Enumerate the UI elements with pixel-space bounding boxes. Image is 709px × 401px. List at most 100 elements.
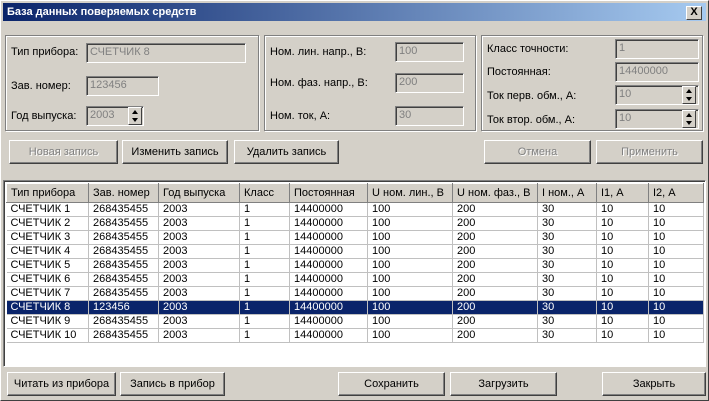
table-row[interactable]: СЧЕТЧИК 9 268435455 2003 1 14400000 100 200 30 1… xyxy=(6,314,704,329)
table-cell: 10 xyxy=(648,300,704,315)
table-cell: СЧЕТЧИК 7 xyxy=(6,286,89,301)
table-cell: СЧЕТЧИК 6 xyxy=(6,272,89,287)
table-cell: 10 xyxy=(596,272,649,287)
column-header[interactable]: Класс xyxy=(239,183,290,203)
table-cell: 200 xyxy=(452,230,538,245)
apply-button[interactable]: Применить xyxy=(596,140,703,164)
column-header[interactable]: U ном. лин., В xyxy=(367,183,453,203)
table-cell: 2003 xyxy=(158,328,240,343)
table-cell: 268435455 xyxy=(88,286,159,301)
table-cell: 10 xyxy=(648,258,704,273)
title-bar: База данных поверяемых средств X xyxy=(3,3,706,21)
table-cell: 2003 xyxy=(158,244,240,259)
phase-voltage-label: Ном. фаз. напр., В: xyxy=(270,77,368,89)
primary-current-spin-button[interactable] xyxy=(682,86,696,104)
column-header[interactable]: Год выпуска xyxy=(158,183,240,203)
table-cell: 10 xyxy=(596,328,649,343)
line-voltage-field[interactable]: 100 xyxy=(395,42,464,62)
table-header-row: Тип прибора Зав. номер Год выпуска Класс Пос… xyxy=(6,183,704,203)
table-cell: 14400000 xyxy=(289,272,368,287)
table-cell: 10 xyxy=(596,258,649,273)
table-cell: 2003 xyxy=(158,286,240,301)
column-header[interactable]: I2, А xyxy=(648,183,704,203)
table-cell: 268435455 xyxy=(88,216,159,231)
table-cell: 10 xyxy=(648,244,704,259)
table-cell: 10 xyxy=(596,300,649,315)
column-header[interactable]: Тип прибора xyxy=(6,183,89,203)
read-from-device-button[interactable]: Читать из прибора xyxy=(7,372,116,396)
table-row[interactable]: СЧЕТЧИК 3 268435455 2003 1 14400000 100 200 30 1… xyxy=(6,230,704,245)
table-cell: СЧЕТЧИК 8 xyxy=(6,300,89,315)
table-cell: 14400000 xyxy=(289,314,368,329)
table-cell: 100 xyxy=(367,314,453,329)
table-cell: 200 xyxy=(452,202,538,217)
records-grid: Тип прибора Зав. номер Год выпуска Класс Пос… xyxy=(6,183,704,343)
column-header[interactable]: U ном. фаз., В xyxy=(452,183,538,203)
column-header[interactable]: I1, А xyxy=(596,183,649,203)
secondary-current-label: Ток втор. обм., А: xyxy=(487,114,576,126)
constant-label: Постоянная: xyxy=(487,66,551,78)
current-field[interactable]: 30 xyxy=(395,106,464,126)
table-row[interactable]: СЧЕТЧИК 4 268435455 2003 1 14400000 100 200 30 1… xyxy=(6,244,704,259)
table-cell: 268435455 xyxy=(88,314,159,329)
column-header[interactable]: Постоянная xyxy=(289,183,368,203)
table-cell: 100 xyxy=(367,300,453,315)
table-cell: 100 xyxy=(367,272,453,287)
table-row[interactable]: СЧЕТЧИК 8 123456 2003 1 14400000 100 200 30 10 10 xyxy=(6,300,704,315)
table-cell: 268435455 xyxy=(88,202,159,217)
table-cell: 30 xyxy=(537,202,597,217)
table-cell: 1 xyxy=(239,230,290,245)
table-row[interactable]: СЧЕТЧИК 2 268435455 2003 1 14400000 100 200 30 1… xyxy=(6,216,704,231)
column-header[interactable]: I ном., А xyxy=(537,183,597,203)
current-label: Ном. ток, А: xyxy=(270,110,331,122)
table-cell: 100 xyxy=(367,258,453,273)
cancel-button[interactable]: Отмена xyxy=(484,140,591,164)
table-cell: 200 xyxy=(452,328,538,343)
table-cell: 30 xyxy=(537,244,597,259)
table-row[interactable]: СЧЕТЧИК 1 268435455 2003 1 14400000 100 200 30 1… xyxy=(6,202,704,217)
device-type-field[interactable]: СЧЕТЧИК 8 xyxy=(86,43,246,63)
write-to-device-button[interactable]: Запись в прибор xyxy=(120,372,225,396)
table-cell: 200 xyxy=(452,314,538,329)
table-cell: 14400000 xyxy=(289,244,368,259)
table-cell: 10 xyxy=(596,314,649,329)
serial-label: Зав. номер: xyxy=(11,80,71,92)
table-cell: 10 xyxy=(648,328,704,343)
table-cell: 2003 xyxy=(158,216,240,231)
table-cell: 10 xyxy=(648,216,704,231)
accuracy-field[interactable]: 1 xyxy=(615,39,699,59)
edit-record-button[interactable]: Изменить запись xyxy=(122,140,228,164)
close-button[interactable]: Закрыть xyxy=(602,372,706,396)
table-cell: 2003 xyxy=(158,202,240,217)
device-type-label: Тип прибора: xyxy=(11,46,79,58)
table-row[interactable]: СЧЕТЧИК 10 268435455 2003 1 14400000 100 200 30… xyxy=(6,328,704,343)
table-cell: 14400000 xyxy=(289,328,368,343)
table-cell: 200 xyxy=(452,244,538,259)
load-button[interactable]: Загрузить xyxy=(450,372,557,396)
table-cell: 30 xyxy=(537,314,597,329)
save-button[interactable]: Сохранить xyxy=(338,372,445,396)
table-cell: 200 xyxy=(452,286,538,301)
new-record-button[interactable]: Новая запись xyxy=(9,140,118,164)
table-cell: 200 xyxy=(452,258,538,273)
main-window: База данных поверяемых средств X Тип при… xyxy=(0,0,709,401)
phase-voltage-field[interactable]: 200 xyxy=(395,73,464,93)
table-cell: 1 xyxy=(239,272,290,287)
table-cell: 14400000 xyxy=(289,286,368,301)
table-row[interactable]: СЧЕТЧИК 5 268435455 2003 1 14400000 100 200 30 1… xyxy=(6,258,704,273)
year-spin-button[interactable] xyxy=(128,107,142,125)
table-row[interactable]: СЧЕТЧИК 6 268435455 2003 1 14400000 100 200 30 1… xyxy=(6,272,704,287)
table-cell: 100 xyxy=(367,286,453,301)
table-cell: 2003 xyxy=(158,272,240,287)
records-table[interactable]: Тип прибора Зав. номер Год выпуска Класс Пос… xyxy=(3,180,706,367)
serial-field[interactable]: 123456 xyxy=(86,76,159,96)
table-cell: 2003 xyxy=(158,314,240,329)
constant-field[interactable]: 14400000 xyxy=(615,62,699,82)
table-row[interactable]: СЧЕТЧИК 7 268435455 2003 1 14400000 100 200 30 1… xyxy=(6,286,704,301)
column-header[interactable]: Зав. номер xyxy=(88,183,159,203)
close-window-button[interactable]: X xyxy=(686,6,702,20)
table-cell: 100 xyxy=(367,216,453,231)
table-cell: 100 xyxy=(367,202,453,217)
delete-record-button[interactable]: Удалить запись xyxy=(234,140,339,164)
secondary-current-spin-button[interactable] xyxy=(682,110,696,128)
